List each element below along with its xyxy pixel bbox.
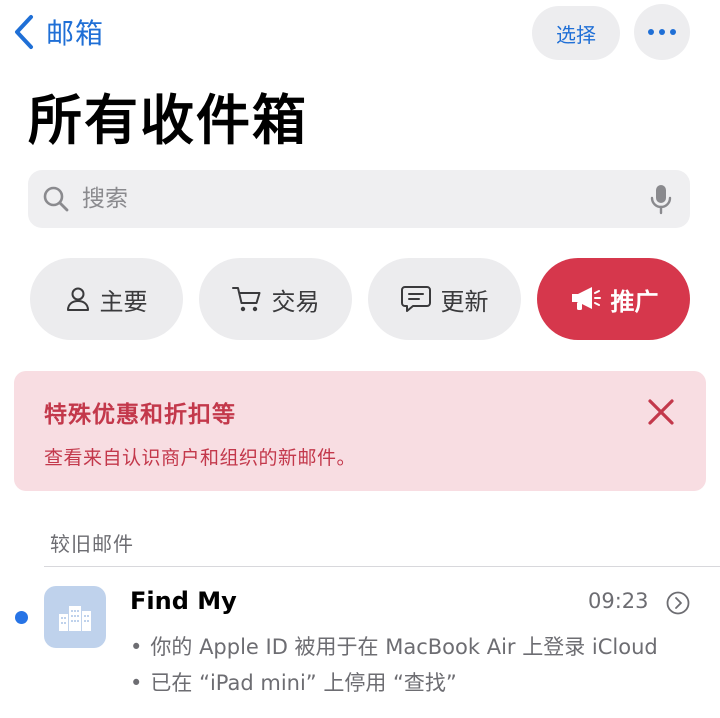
message-icon (400, 286, 431, 312)
banner-subtitle: 查看来自认识商户和组织的新邮件。 (44, 447, 357, 469)
category-label-transactions: 交易 (271, 287, 320, 316)
mail-time: 09:23 (588, 589, 649, 613)
more-button[interactable] (634, 4, 690, 60)
megaphone-icon (571, 287, 601, 310)
bullet: • (130, 635, 143, 659)
close-icon[interactable] (646, 397, 676, 427)
chevron-left-icon (15, 15, 33, 49)
section-header-older: 较旧邮件 (50, 532, 134, 556)
mail-preview-line: • 已在 “iPad mini” 上停用 “查找” (130, 671, 457, 695)
bullet: • (130, 671, 143, 695)
promotions-info-banner: 特殊优惠和折扣等 查看来自认识商户和组织的新邮件。 (14, 371, 706, 491)
microphone-icon[interactable] (650, 183, 672, 215)
category-chip-primary[interactable]: 主要 (30, 258, 183, 340)
select-button[interactable]: 选择 (532, 6, 620, 60)
person-icon (66, 287, 89, 311)
banner-title: 特殊优惠和折扣等 (44, 402, 236, 428)
chevron-circle-icon[interactable] (666, 591, 690, 615)
sender-avatar (44, 586, 106, 648)
search-input[interactable] (82, 186, 650, 212)
category-label-promotions: 推广 (610, 287, 659, 316)
page-title: 所有收件箱 (28, 89, 308, 152)
category-chip-promotions[interactable]: 推广 (537, 258, 690, 340)
buildings-icon (59, 606, 91, 631)
more-dots-icon (648, 29, 654, 35)
category-label-updates: 更新 (440, 287, 489, 316)
back-label: 邮箱 (46, 17, 105, 50)
back-button[interactable]: 邮箱 (14, 12, 104, 52)
category-chip-updates[interactable]: 更新 (368, 258, 521, 340)
search-bar[interactable] (28, 170, 690, 228)
search-icon (43, 186, 69, 212)
category-chip-transactions[interactable]: 交易 (199, 258, 352, 340)
sender-name: Find My (130, 587, 237, 615)
category-label-primary: 主要 (99, 287, 148, 316)
mail-preview-line: • 你的 Apple ID 被用于在 MacBook Air 上登录 iCloud (130, 635, 658, 659)
unread-indicator (15, 611, 28, 624)
cart-icon (231, 287, 260, 312)
mail-list-item[interactable]: Find My 09:23 • 你的 Apple ID 被用于在 MacBook … (0, 567, 720, 718)
